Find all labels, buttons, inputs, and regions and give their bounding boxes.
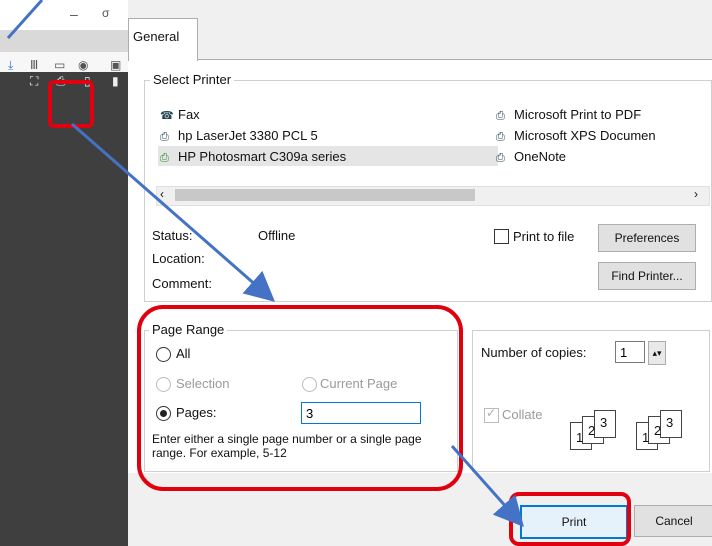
arrow-to-print-button: [450, 445, 524, 527]
arrow-top-left: [6, 0, 44, 40]
arrow-to-page-range: [71, 122, 276, 302]
annotation-arrows: [6, 0, 524, 527]
